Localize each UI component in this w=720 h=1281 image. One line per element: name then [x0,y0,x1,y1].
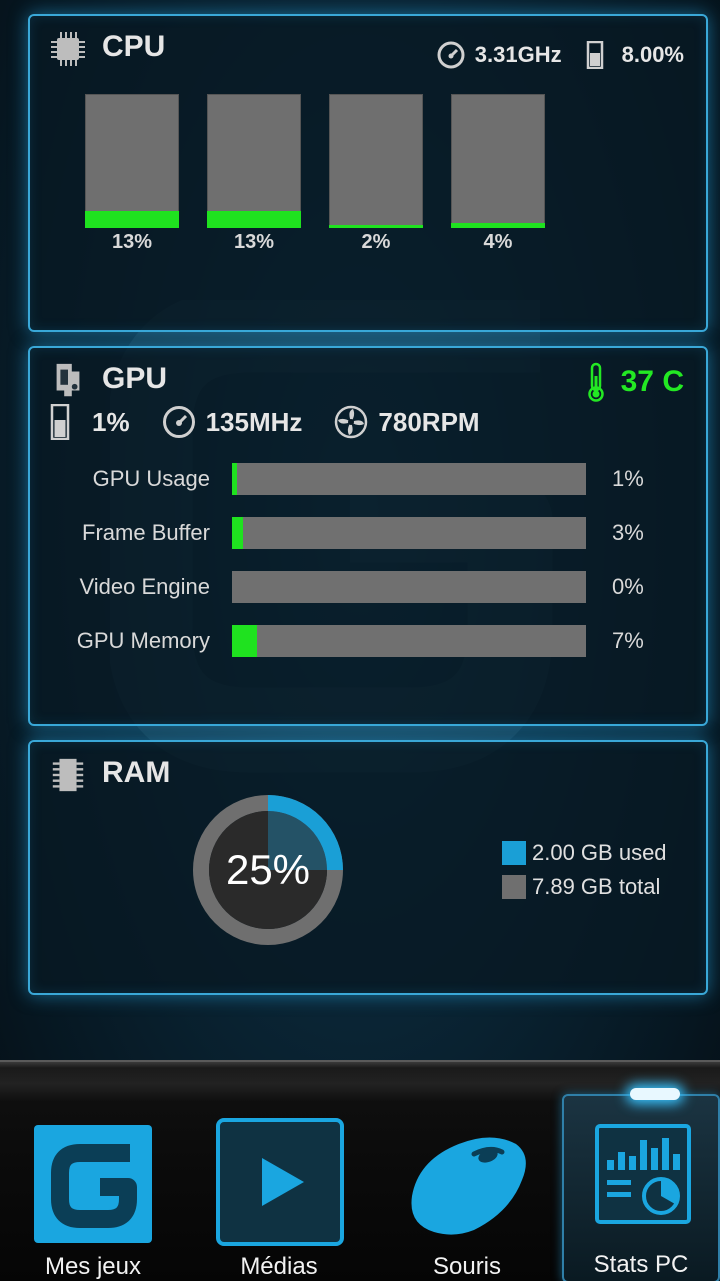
gpu-metric-label: Frame Buffer [82,520,210,545]
ram-title: RAM [102,756,171,789]
gpu-usage-stat: 1% [50,404,130,440]
stats-icon [595,1124,691,1224]
gpu-metric-row: GPU Usage 1% [30,452,706,506]
legend-total-label: 7.89 GB total [532,874,661,899]
gpu-metric-value: 1% [612,466,644,491]
cpu-core-label: 4% [483,231,513,253]
cpu-core-label: 2% [361,231,391,253]
nav-stats-pc[interactable]: Stats PC [562,1094,720,1281]
nav-mes-jeux[interactable]: Mes jeux [8,1122,178,1281]
legend-used: 2.00 GB used [502,836,667,870]
usage-gauge-icon [50,404,70,440]
ram-chip-icon [52,758,84,792]
gpu-metric-row: GPU Memory 7% [30,614,706,668]
ram-usage-donut: 25% [193,795,343,945]
gpu-clock-value: 135MHz [205,406,303,437]
cpu-core-1: 13% [85,94,179,254]
gpu-temperature-value: 37 C [620,365,684,398]
cpu-core-bar-track [329,94,423,228]
cpu-core-4: 4% [451,94,545,254]
cpu-core-3: 2% [329,94,423,254]
nav-label-souris: Souris [432,1253,502,1280]
cpu-panel: CPU 3.31GHz 8.00% 13% 13% 2% 4% [28,14,708,332]
gpu-clock-stat: 135MHz [162,405,303,439]
cpu-core-bar-fill [207,210,301,228]
gpu-stats-row: 1% 135MHz 780RPM [50,404,512,440]
cpu-core-bar-fill [329,225,423,228]
gpu-title: GPU [102,362,168,395]
nav-medias[interactable]: Médias [194,1118,364,1281]
cpu-core-bar-fill [85,210,179,228]
gpu-metric-bar-track [232,625,586,657]
gpu-metric-bar-track [232,571,586,603]
play-icon [216,1118,344,1246]
cpu-core-2: 13% [207,94,301,254]
cpu-title: CPU [102,30,166,63]
gpu-metric-bar-track [232,463,586,495]
gpu-metric-bar-fill [232,463,237,495]
nav-label-mes-jeux: Mes jeux [44,1253,142,1280]
ram-percent-text: 25% [226,846,310,893]
legend-total: 7.89 GB total [502,870,667,904]
legend-total-swatch [502,875,526,899]
nav-label-medias: Médias [240,1253,318,1280]
gpu-metrics: GPU Usage 1% Frame Buffer 3% Video Engine 0% G… [30,452,706,668]
nav-souris[interactable]: Souris [382,1122,552,1281]
cpu-core-bar-track [207,94,301,228]
speedometer-icon [162,406,195,438]
gpu-panel: GPU 37 C 1% 135MHz 780RPM GPU Usage 1% F… [28,346,708,726]
gpu-metric-label: GPU Memory [76,628,210,653]
cpu-stats: 3.31GHz 8.00% [437,38,684,72]
cpu-core-bars: 13% 13% 2% 4% [85,94,545,254]
gpu-metric-label: Video Engine [79,574,211,599]
legend-used-label: 2.00 GB used [532,840,667,865]
speedometer-icon [437,41,465,69]
bottom-nav-bar: Mes jeux Médias Souris Stats PC [0,1060,720,1281]
cpu-core-label: 13% [111,231,153,253]
gpu-metric-label: GPU Usage [92,466,210,491]
ram-panel: RAM 25% 2.00 GB used 7.89 GB total [28,740,708,995]
graphics-card-icon [56,363,80,397]
gpu-metric-value: 3% [612,520,644,545]
nav-label-stats-pc: Stats PC [593,1251,689,1278]
cpu-frequency: 3.31GHz [474,42,562,67]
usage-gauge-icon [586,41,603,69]
gpu-fan-stat: 780RPM [334,405,480,439]
gpu-metric-bar-track [232,517,586,549]
ram-legend: 2.00 GB used 7.89 GB total [502,836,667,904]
logitech-g-icon [34,1125,152,1243]
gpu-metric-bar-fill [232,517,243,549]
cpu-core-bar-track [451,94,545,228]
cpu-core-bar-track [85,94,179,228]
gpu-usage-value: 1% [92,406,130,437]
gpu-fan-value: 780RPM [378,406,480,437]
gpu-metric-value: 7% [612,628,644,653]
cpu-chip-icon [51,32,85,66]
gpu-metric-value: 0% [612,574,644,599]
gpu-temperature: 37 C [585,362,684,402]
gpu-metric-bar-fill [232,625,257,657]
gpu-metric-row: Video Engine 0% [30,560,706,614]
cpu-core-label: 13% [233,231,275,253]
cpu-usage: 8.00% [621,42,684,67]
thermometer-icon [587,362,604,402]
gpu-metric-row: Frame Buffer 3% [30,506,706,560]
cpu-core-bar-fill [451,222,545,228]
fan-icon [335,405,368,439]
active-tab-indicator [630,1088,680,1100]
mouse-icon [411,1137,526,1235]
legend-used-swatch [502,841,526,865]
